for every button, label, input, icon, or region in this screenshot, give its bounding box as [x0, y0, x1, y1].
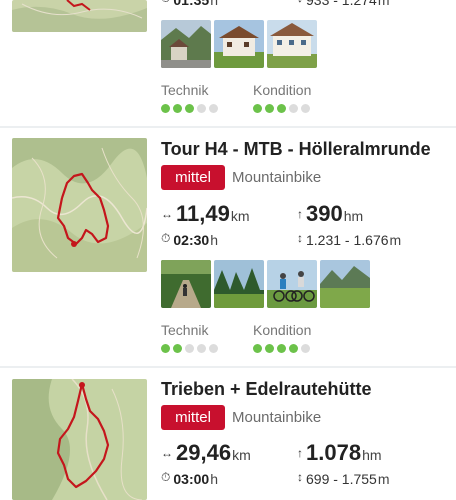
sport-type: Mountainbike — [232, 409, 322, 426]
altitude-range-stat: ↕ 1.231 - 1.676m — [297, 231, 402, 248]
rating-dot-filled — [277, 344, 286, 353]
clock-icon: ⏱ — [161, 470, 171, 484]
altitude-range-icon: ↕ — [297, 231, 303, 245]
alpine-meadow-photo[interactable] — [320, 260, 370, 308]
tour-map-thumbnail[interactable] — [12, 138, 147, 272]
rating-dot-empty — [301, 344, 310, 353]
rating-dot-filled — [253, 104, 262, 113]
clock-icon: ⏱ — [161, 0, 170, 5]
kondition-label: Kondition — [253, 322, 312, 338]
tour-map-thumbnail[interactable] — [12, 0, 147, 32]
ascent-stat: ↑ 390hm — [297, 201, 364, 226]
altitude-range-icon: ↕ — [297, 0, 303, 5]
guesthouse-photo[interactable] — [267, 20, 317, 68]
ascent-icon: ↑ — [297, 446, 303, 460]
kondition-label: Kondition — [253, 82, 312, 98]
rating-dot-empty — [197, 104, 206, 113]
rating-dot-filled — [173, 344, 182, 353]
ascent-stat: ↑ 1.078hm — [297, 440, 382, 465]
distance-stat: ↔ 11,49km — [161, 201, 250, 226]
tour-card[interactable]: Tour H4 - MTB - Hölleralmrunde mittel Mo… — [0, 127, 456, 367]
rating-dot-filled — [265, 104, 274, 113]
rating-dot-filled — [289, 344, 298, 353]
distance-stat: ↔ 29,46km — [161, 440, 251, 465]
distance-icon: ↔ — [161, 446, 173, 460]
mountain-bikers-photo[interactable] — [267, 260, 317, 308]
ascent-icon: ↑ — [297, 207, 303, 221]
duration-stat: ⏱ 03:00h — [161, 470, 218, 487]
farmhouse-photo[interactable] — [214, 20, 264, 68]
rating-dot-filled — [161, 344, 170, 353]
rating-dot-filled — [185, 104, 194, 113]
distance-icon: ↔ — [161, 207, 173, 221]
tour-map-thumbnail[interactable] — [12, 379, 147, 500]
mountain-village-photo[interactable] — [161, 20, 211, 68]
tour-card[interactable]: ⏱01:35h ↕933 - 1.274m Technik Kondition — [0, 0, 456, 127]
rating-dot-filled — [253, 344, 262, 353]
rating-dot-filled — [277, 104, 286, 113]
altitude-range-stat: ↕ 699 - 1.755m — [297, 470, 390, 487]
rating-dot-filled — [265, 344, 274, 353]
duration-stat: ⏱ 02:30h — [161, 231, 218, 248]
technik-label: Technik — [161, 322, 209, 338]
difficulty-badge: mittel — [161, 405, 225, 430]
rating-dot-filled — [161, 104, 170, 113]
altitude-range-stat: ↕933 - 1.274m — [297, 0, 390, 10]
rating-dot-empty — [185, 344, 194, 353]
rating-dot-filled — [173, 104, 182, 113]
forest-meadow-photo[interactable] — [214, 260, 264, 308]
difficulty-badge: mittel — [161, 165, 225, 190]
clock-icon: ⏱ — [161, 231, 171, 245]
tour-title[interactable]: Tour H4 - MTB - Hölleralmrunde — [161, 139, 431, 160]
rating-dot-empty — [301, 104, 310, 113]
altitude-range-icon: ↕ — [297, 470, 303, 484]
rating-dot-empty — [209, 104, 218, 113]
technik-label: Technik — [161, 82, 209, 98]
sport-type: Mountainbike — [232, 169, 322, 186]
duration-stat: ⏱01:35h — [161, 0, 218, 10]
bike-trail-photo[interactable] — [161, 260, 211, 308]
rating-dot-empty — [209, 344, 218, 353]
rating-dot-empty — [197, 344, 206, 353]
tour-title[interactable]: Trieben + Edelrautehütte — [161, 379, 372, 400]
rating-dot-empty — [289, 104, 298, 113]
tour-card[interactable]: Trieben + Edelrautehütte mittel Mountain… — [0, 368, 456, 500]
